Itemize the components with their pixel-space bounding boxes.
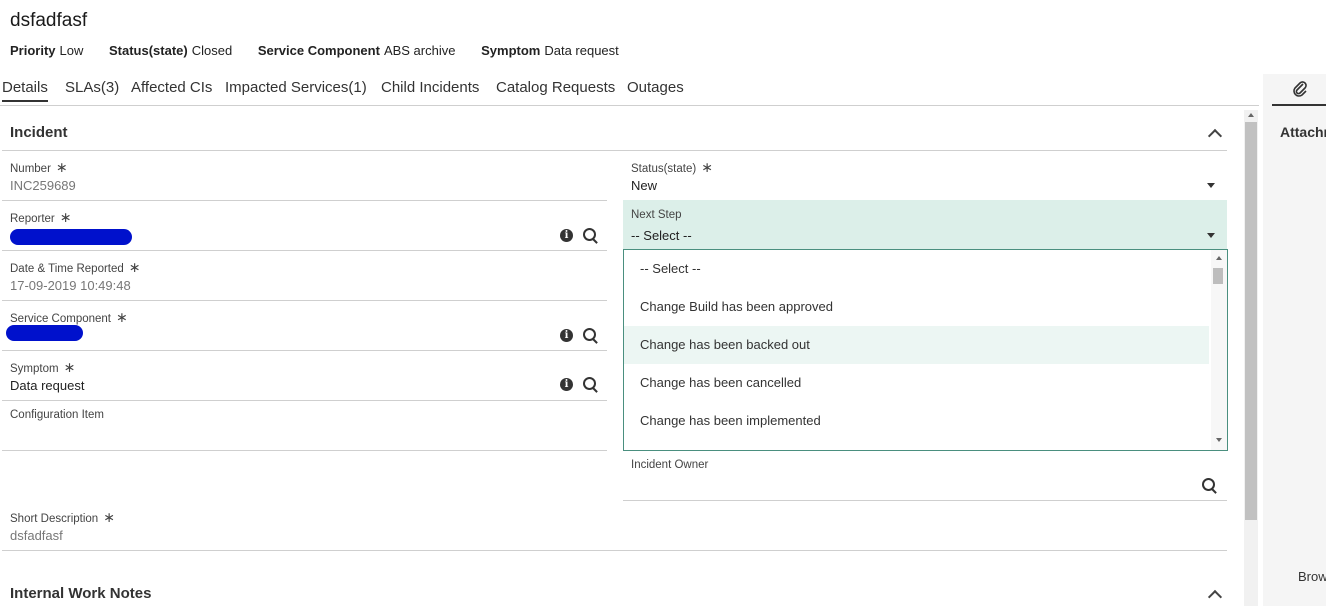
divider (2, 250, 607, 251)
symptom-label: Symptom ∗ (10, 359, 76, 375)
meta-status-value: Closed (191, 43, 233, 58)
next-step-field[interactable] (623, 200, 1227, 249)
tab-impacted-services[interactable]: Impacted Services(1) (225, 79, 367, 96)
divider (2, 550, 1227, 551)
next-step-select[interactable]: -- Select -- (631, 228, 692, 243)
search-icon[interactable] (1202, 478, 1215, 491)
tab-outages[interactable]: Outages (627, 79, 684, 96)
required-icon: ∗ (116, 309, 128, 325)
search-icon[interactable] (583, 377, 596, 390)
required-icon: ∗ (59, 209, 72, 225)
short-description-label: Short Description ∗ (10, 509, 115, 525)
next-step-dropdown: -- Select -- Change Build has been appro… (623, 249, 1228, 451)
search-icon[interactable] (583, 228, 596, 241)
redacted-scribble (6, 325, 83, 341)
page-scroll-thumb[interactable] (1245, 122, 1257, 520)
tab-catalog-requests[interactable]: Catalog Requests (496, 79, 615, 96)
meta-priority-key: Priority (10, 43, 56, 58)
dropdown-option[interactable]: Change has been implemented (624, 402, 1209, 440)
paperclip-icon[interactable] (1292, 80, 1308, 98)
status-select[interactable]: New (631, 178, 657, 193)
dropdown-option[interactable]: -- Select -- (624, 250, 1209, 288)
required-icon: ∗ (128, 259, 141, 275)
incident-owner-label: Incident Owner (631, 459, 709, 471)
search-icon[interactable] (583, 328, 596, 341)
meta-status-key: Status(state) (109, 43, 188, 58)
work-notes-section-title: Internal Work Notes (10, 585, 152, 602)
panel-tab-underline (1272, 104, 1326, 106)
tab-affected-cis[interactable]: Affected CIs (131, 79, 212, 96)
service-component-label: Service Component ∗ (10, 309, 128, 325)
incident-section-title: Incident (10, 124, 68, 141)
required-icon: ∗ (103, 509, 115, 525)
meta-service-key: Service Component (257, 43, 380, 58)
divider (2, 150, 1227, 151)
status-label: Status(state) ∗ (631, 159, 713, 175)
incident-meta: Priority Low Status(state) Closed Service … (10, 43, 641, 58)
dropdown-option[interactable]: Change Build has been approved (624, 288, 1209, 326)
required-icon: ∗ (55, 159, 68, 175)
required-icon: ∗ (701, 159, 713, 175)
scroll-up-icon[interactable] (1216, 256, 1222, 260)
chevron-down-icon[interactable] (1207, 233, 1215, 238)
info-icon[interactable]: i (560, 378, 573, 391)
date-reported-label: Date & Time Reported ∗ (10, 259, 141, 275)
divider (2, 200, 607, 201)
attachments-title: Attachn (1280, 124, 1326, 140)
tab-bar: Details SLAs(3) Affected CIs Impacted Se… (0, 79, 1259, 106)
number-field: INC259689 (10, 178, 76, 193)
dropdown-option-highlighted[interactable]: Change has been backed out (624, 326, 1209, 364)
meta-service-value: ABS archive (383, 43, 456, 58)
attachments-panel (1263, 74, 1326, 606)
dropdown-scroll-thumb[interactable] (1213, 268, 1223, 284)
number-label: Number ∗ (10, 159, 68, 175)
tab-details[interactable]: Details (2, 79, 48, 102)
divider (2, 400, 607, 401)
tab-slas[interactable]: SLAs(3) (65, 79, 119, 96)
redacted-scribble (10, 229, 132, 245)
required-icon: ∗ (63, 359, 76, 375)
date-reported-field: 17-09-2019 10:49:48 (10, 278, 131, 293)
meta-symptom-value: Data request (544, 43, 619, 58)
dropdown-option[interactable]: Change has been cancelled (624, 364, 1209, 402)
meta-priority-value: Low (59, 43, 84, 58)
meta-symptom-key: Symptom (481, 43, 541, 58)
page-title: dsfadfasf (10, 10, 88, 31)
divider (2, 350, 607, 351)
short-description-field[interactable]: dsfadfasf (10, 528, 63, 543)
divider (2, 300, 607, 301)
info-icon[interactable]: i (560, 329, 573, 342)
browse-link[interactable]: Brow (1298, 569, 1326, 584)
scroll-up-icon[interactable] (1248, 113, 1254, 117)
dropdown-scrollbar[interactable] (1211, 250, 1227, 450)
reporter-label: Reporter ∗ (10, 209, 72, 225)
chevron-down-icon[interactable] (1207, 183, 1215, 188)
info-icon[interactable]: i (560, 229, 573, 242)
tab-child-incidents[interactable]: Child Incidents (381, 79, 479, 96)
symptom-field[interactable]: Data request (10, 378, 84, 393)
scroll-down-icon[interactable] (1216, 438, 1222, 442)
collapse-chevron-icon[interactable] (1207, 589, 1223, 605)
configuration-item-label: Configuration Item (10, 409, 104, 421)
next-step-label: Next Step (631, 209, 682, 221)
divider (623, 500, 1227, 501)
divider (2, 450, 607, 451)
collapse-chevron-icon[interactable] (1207, 128, 1223, 144)
